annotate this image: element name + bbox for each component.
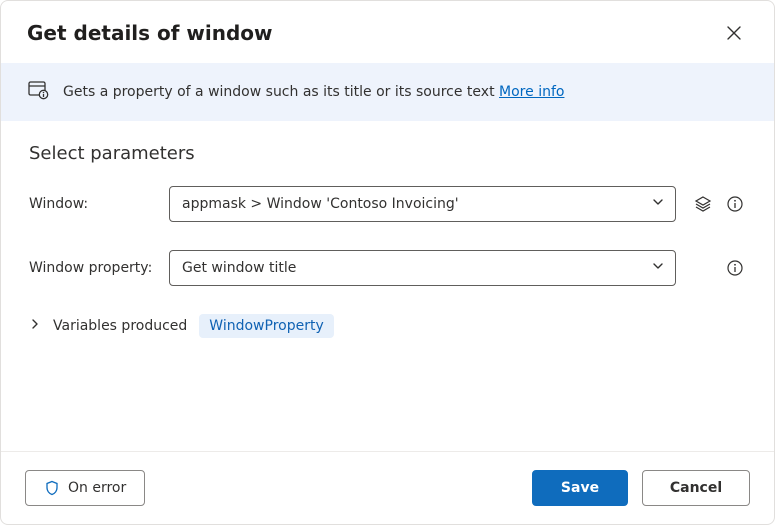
window-info-icon bbox=[27, 79, 49, 105]
dialog-footer: On error Save Cancel bbox=[1, 451, 774, 524]
window-help-button[interactable] bbox=[724, 193, 746, 215]
row-window: Window: appmask > Window 'Contoso Invoic… bbox=[29, 186, 746, 222]
footer-actions: Save Cancel bbox=[532, 470, 750, 506]
info-text: Gets a property of a window such as its … bbox=[63, 84, 499, 100]
window-select-value: appmask > Window 'Contoso Invoicing' bbox=[182, 196, 459, 212]
property-actions bbox=[690, 257, 746, 279]
dialog-content: Select parameters Window: appmask > Wind… bbox=[1, 121, 774, 451]
ui-elements-button[interactable] bbox=[692, 193, 714, 215]
info-bar: Gets a property of a window such as its … bbox=[1, 63, 774, 121]
section-title: Select parameters bbox=[29, 143, 746, 164]
info-icon bbox=[726, 259, 744, 277]
cancel-label: Cancel bbox=[670, 480, 722, 496]
on-error-label: On error bbox=[68, 480, 126, 496]
expand-variables-toggle[interactable] bbox=[29, 318, 41, 334]
dialog: Get details of window Gets a property of… bbox=[0, 0, 775, 525]
save-label: Save bbox=[561, 480, 599, 496]
dialog-header: Get details of window bbox=[1, 1, 774, 63]
info-description: Gets a property of a window such as its … bbox=[63, 84, 748, 100]
variables-produced: Variables produced WindowProperty bbox=[29, 314, 746, 338]
on-error-button[interactable]: On error bbox=[25, 470, 145, 506]
more-info-link[interactable]: More info bbox=[499, 84, 564, 100]
window-select[interactable]: appmask > Window 'Contoso Invoicing' bbox=[169, 186, 676, 222]
close-button[interactable] bbox=[720, 19, 748, 47]
variable-chip[interactable]: WindowProperty bbox=[199, 314, 333, 338]
cancel-button[interactable]: Cancel bbox=[642, 470, 750, 506]
chevron-right-icon bbox=[29, 318, 41, 330]
shield-icon bbox=[44, 480, 60, 496]
row-property: Window property: Get window title bbox=[29, 250, 746, 286]
property-select[interactable]: Get window title bbox=[169, 250, 676, 286]
property-label: Window property: bbox=[29, 260, 169, 276]
info-icon bbox=[726, 195, 744, 213]
window-actions bbox=[690, 193, 746, 215]
layers-icon bbox=[694, 195, 712, 213]
property-help-button[interactable] bbox=[724, 257, 746, 279]
dialog-title: Get details of window bbox=[27, 21, 273, 45]
chevron-down-icon bbox=[651, 259, 665, 277]
window-label: Window: bbox=[29, 196, 169, 212]
save-button[interactable]: Save bbox=[532, 470, 628, 506]
property-select-value: Get window title bbox=[182, 260, 296, 276]
chevron-down-icon bbox=[651, 195, 665, 213]
variables-label[interactable]: Variables produced bbox=[53, 318, 187, 334]
close-icon bbox=[727, 26, 741, 40]
